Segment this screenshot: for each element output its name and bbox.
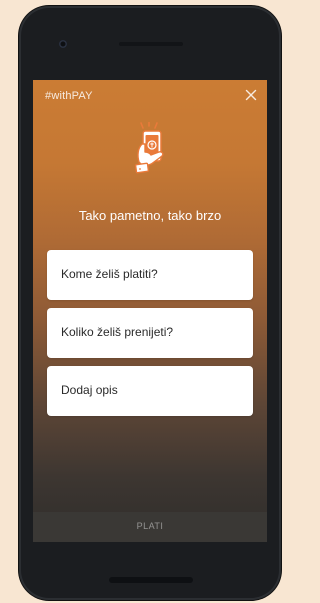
earpiece-speaker bbox=[119, 42, 183, 46]
app-screen: #withPAY Tako pametno, tako brzo Kome že… bbox=[33, 80, 267, 542]
page-background: #withPAY Tako pametno, tako brzo Kome že… bbox=[0, 0, 296, 603]
amount-field[interactable]: Koliko želiš prenijeti? bbox=[47, 308, 253, 358]
headline: Tako pametno, tako brzo bbox=[78, 208, 222, 223]
pay-button-label: PLATI bbox=[136, 521, 164, 531]
app-header: #withPAY bbox=[33, 80, 267, 116]
description-field-label: Dodaj opis bbox=[61, 383, 118, 397]
pay-button[interactable]: PLATI bbox=[33, 512, 267, 542]
phone-in-hand-icon bbox=[123, 121, 177, 180]
front-camera bbox=[59, 40, 67, 48]
amount-field-label: Koliko želiš prenijeti? bbox=[61, 325, 174, 339]
recipient-field-label: Kome želiš platiti? bbox=[61, 267, 158, 281]
description-field[interactable]: Dodaj opis bbox=[47, 366, 253, 416]
phone-frame: #withPAY Tako pametno, tako brzo Kome že… bbox=[19, 6, 281, 600]
close-icon bbox=[245, 89, 257, 101]
recipient-field[interactable]: Kome želiš platiti? bbox=[47, 250, 253, 300]
bottom-speaker bbox=[109, 577, 193, 583]
app-title: #withPAY bbox=[45, 90, 93, 102]
close-button[interactable] bbox=[243, 87, 259, 103]
